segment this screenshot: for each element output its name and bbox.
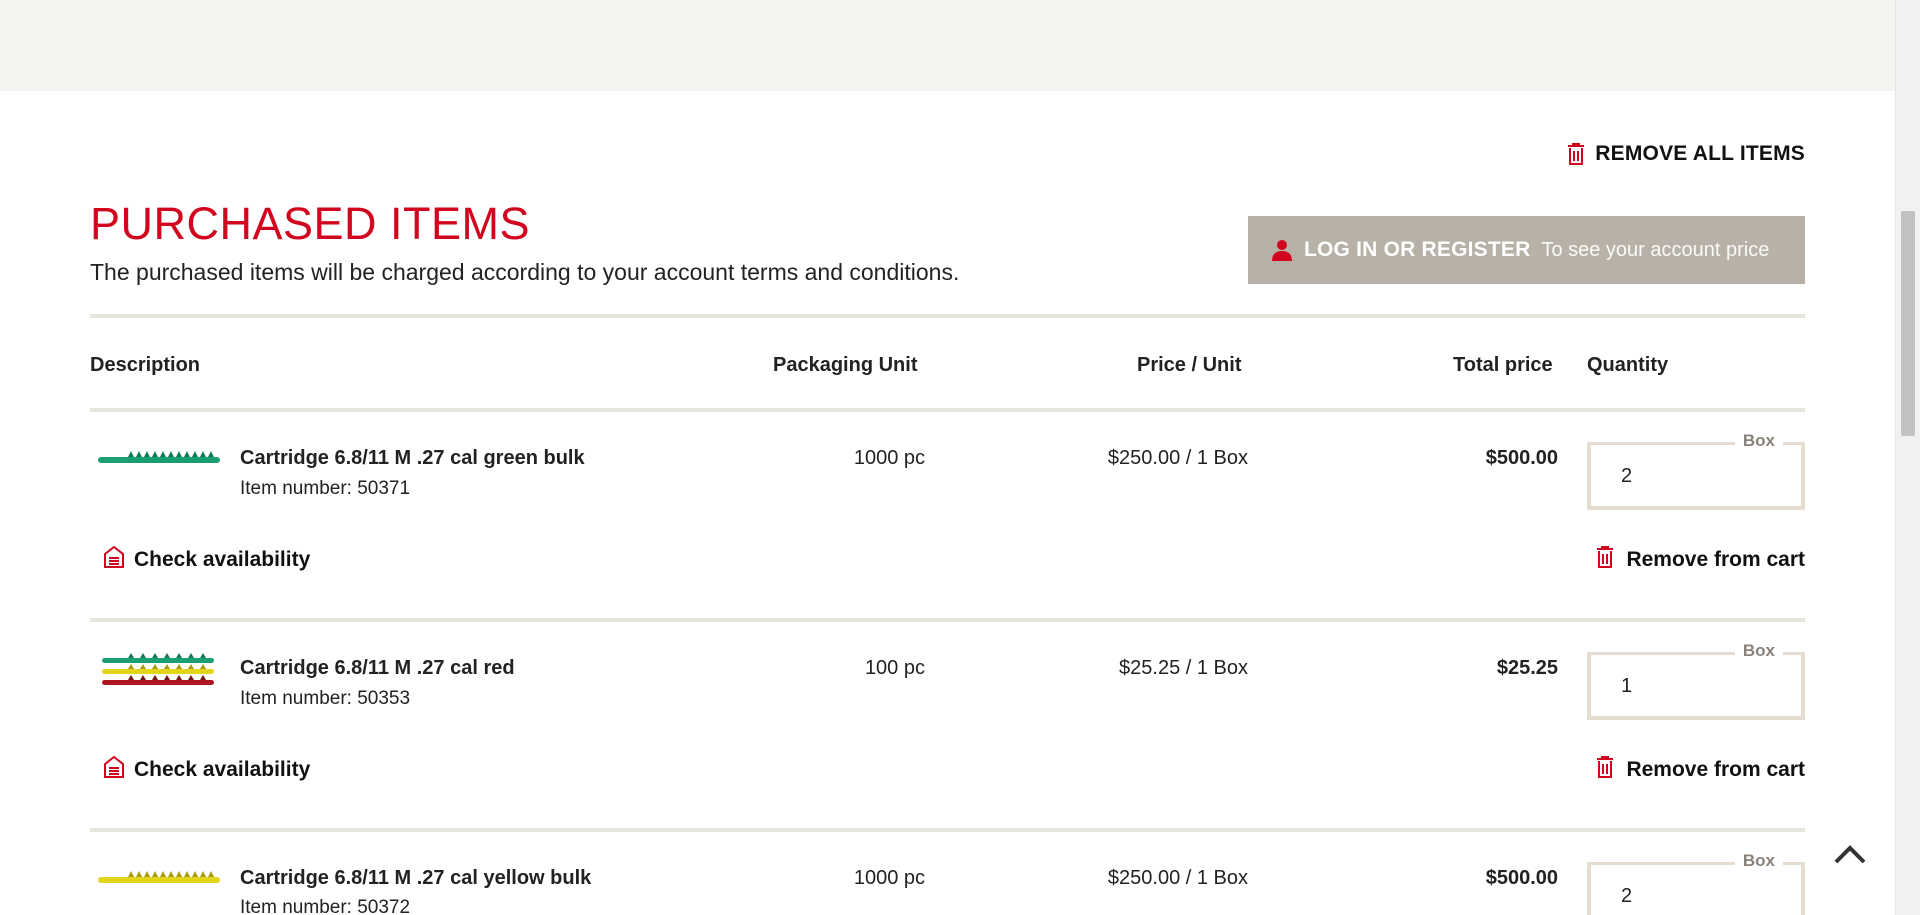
- header-divider: [90, 314, 1805, 318]
- price-per-unit: $250.00 / 1 Box: [1107, 447, 1248, 469]
- chevron-up-icon: [1834, 845, 1866, 864]
- total-price: $500.00: [1485, 867, 1558, 889]
- warehouse-icon: [104, 545, 124, 574]
- page-title: PURCHASED ITEMS: [90, 198, 531, 249]
- top-band: [0, 0, 1895, 91]
- login-sub-label: To see your account price: [1541, 238, 1770, 261]
- warehouse-icon: [104, 755, 124, 784]
- packaging-unit: 1000 pc: [853, 447, 925, 469]
- item-number: Item number: 50353: [240, 688, 411, 709]
- col-total-price: Total price: [1453, 354, 1553, 376]
- check-availability-label: Check availability: [134, 548, 311, 571]
- row-divider: [90, 828, 1805, 832]
- remove-from-cart-button[interactable]: Remove from cart: [1596, 546, 1805, 574]
- quantity-input[interactable]: [1621, 465, 1771, 488]
- quantity-field[interactable]: Box: [1587, 851, 1805, 915]
- row-divider: [90, 618, 1805, 622]
- remove-from-cart-button[interactable]: Remove from cart: [1596, 756, 1805, 784]
- quantity-unit-label: Box: [1734, 431, 1783, 451]
- total-price: $500.00: [1485, 447, 1558, 469]
- quantity-unit-label: Box: [1734, 851, 1783, 871]
- col-packaging-unit: Packaging Unit: [773, 354, 918, 376]
- remove-all-items-label: REMOVE ALL ITEMS: [1595, 142, 1805, 165]
- quantity-field[interactable]: Box: [1587, 431, 1805, 510]
- check-availability-button[interactable]: Check availability: [104, 755, 311, 784]
- check-availability-button[interactable]: Check availability: [104, 545, 311, 574]
- trash-icon: [1567, 143, 1585, 165]
- back-to-top-button[interactable]: [1832, 842, 1868, 866]
- quantity-field[interactable]: Box: [1587, 641, 1805, 720]
- remove-all-items-button[interactable]: REMOVE ALL ITEMS: [1567, 142, 1805, 166]
- quantity-unit-label: Box: [1734, 641, 1783, 661]
- item-number: Item number: 50371: [240, 478, 411, 499]
- trash-icon: [1596, 756, 1614, 784]
- col-quantity: Quantity: [1587, 354, 1669, 376]
- product-name[interactable]: Cartridge 6.8/11 M .27 cal green bulk: [240, 447, 585, 470]
- price-per-unit: $25.25 / 1 Box: [1119, 657, 1248, 679]
- product-image-multicolor: [102, 653, 214, 685]
- total-price: $25.25: [1496, 657, 1558, 679]
- remove-from-cart-label: Remove from cart: [1626, 758, 1805, 781]
- quantity-input[interactable]: [1621, 885, 1771, 908]
- packaging-unit: 1000 pc: [853, 867, 925, 889]
- price-per-unit: $250.00 / 1 Box: [1107, 867, 1248, 889]
- remove-from-cart-label: Remove from cart: [1626, 548, 1805, 571]
- product-image-green: [98, 451, 220, 463]
- col-description: Description: [90, 354, 201, 376]
- item-number: Item number: 50372: [240, 897, 411, 915]
- product-image-yellow: [98, 871, 220, 883]
- login-label: LOG IN OR REGISTER: [1304, 238, 1531, 261]
- col-price-unit: Price / Unit: [1137, 354, 1242, 376]
- product-name[interactable]: Cartridge 6.8/11 M .27 cal red: [240, 657, 515, 680]
- page-scrollbar[interactable]: [1895, 0, 1920, 915]
- product-name[interactable]: Cartridge 6.8/11 M .27 cal yellow bulk: [240, 867, 591, 890]
- login-or-register-button[interactable]: LOG IN OR REGISTER To see your account p…: [1248, 216, 1805, 284]
- quantity-input[interactable]: [1621, 675, 1771, 698]
- check-availability-label: Check availability: [134, 758, 311, 781]
- page-subtitle: The purchased items will be charged acco…: [90, 259, 960, 285]
- user-icon: [1272, 239, 1292, 261]
- table-header-divider: [90, 408, 1805, 412]
- trash-icon: [1596, 546, 1614, 574]
- packaging-unit: 100 pc: [864, 657, 925, 679]
- scrollbar-thumb[interactable]: [1901, 211, 1915, 436]
